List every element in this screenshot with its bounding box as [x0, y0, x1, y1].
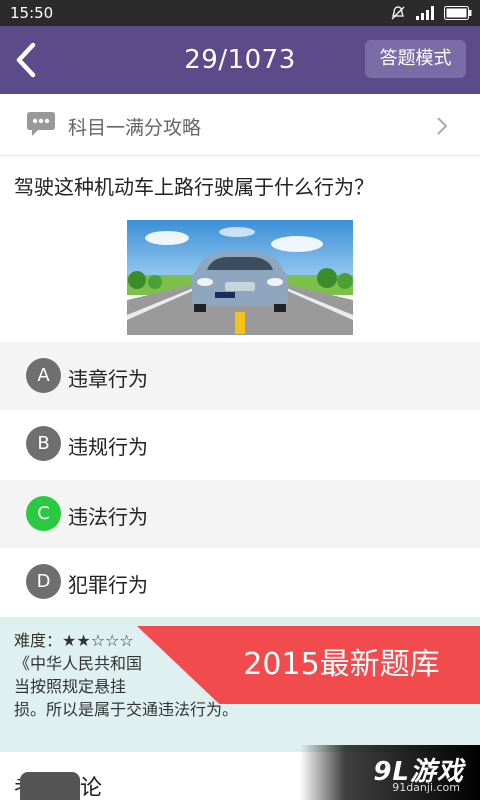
signal-icon	[416, 6, 434, 20]
status-icons	[390, 5, 472, 21]
answer-mode-button[interactable]: 答题模式	[365, 40, 466, 78]
option-a-letter: A	[26, 358, 61, 393]
option-c-text: 违法行为	[68, 505, 148, 529]
option-b-text: 违规行为	[68, 435, 148, 459]
car-on-road-image	[127, 220, 353, 335]
option-a-text: 违章行为	[68, 367, 148, 391]
question-text: 驾驶这种机动车上路行驶属于什么行为？	[14, 175, 374, 199]
watermark-url: 91danji.com	[392, 781, 460, 794]
chat-bubble-icon	[27, 112, 55, 136]
difficulty-stars: ★★☆☆☆	[62, 631, 134, 650]
watermark: 9L游戏 91danji.com	[300, 745, 480, 800]
battery-icon	[444, 6, 472, 20]
strategy-tip-label: 科目一满分攻略	[68, 117, 202, 139]
grid-menu-button[interactable]	[20, 772, 80, 800]
option-c-letter: C	[26, 496, 61, 531]
option-d-text: 犯罪行为	[68, 573, 148, 597]
chevron-right-icon	[437, 117, 448, 135]
option-a[interactable]: A 违章行为	[0, 342, 480, 410]
option-c[interactable]: C 违法行为	[0, 480, 480, 548]
mute-icon	[391, 6, 405, 20]
strategy-tip-row[interactable]: 科目一满分攻略	[0, 94, 480, 156]
option-d[interactable]: D 犯罪行为	[0, 548, 480, 616]
app-bar: 29/1073 答题模式	[0, 26, 480, 94]
question-image	[127, 220, 353, 335]
status-bar: 15:50	[0, 0, 480, 26]
option-b[interactable]: B 违规行为	[0, 410, 480, 478]
status-time: 15:50	[10, 4, 54, 22]
difficulty-label: 难度：	[14, 631, 63, 650]
option-d-letter: D	[26, 564, 61, 599]
option-b-letter: B	[26, 426, 61, 461]
